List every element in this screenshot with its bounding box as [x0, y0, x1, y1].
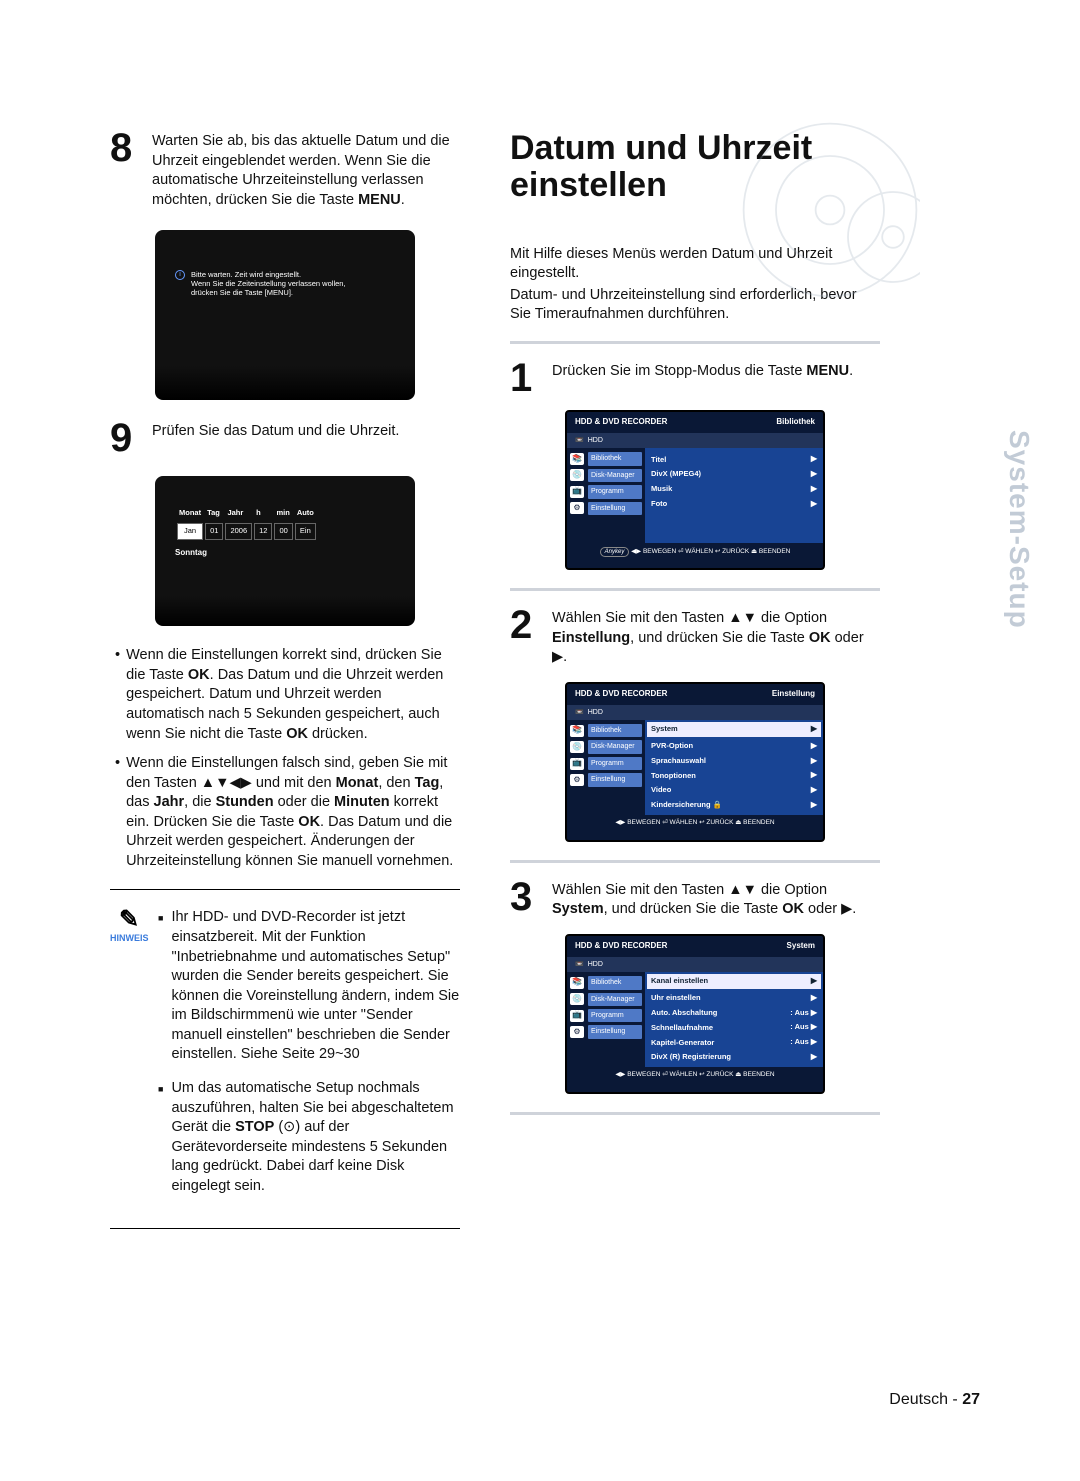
- separator: [510, 341, 880, 344]
- separator: [510, 588, 880, 591]
- note-2: Um das automatische Setup nochmals auszu…: [158, 1079, 460, 1196]
- step-9: 9 Prüfen Sie das Datum und die Uhrzeit.: [110, 420, 460, 456]
- bullets-step9: Wenn die Einstellungen korrekt sind, drü…: [110, 646, 460, 871]
- bullet-correct: Wenn die Einstellungen korrekt sind, drü…: [115, 646, 460, 744]
- divider: [110, 1228, 460, 1229]
- note-block: ✎ HINWEIS Ihr HDD- und DVD-Recorder ist …: [110, 908, 460, 1210]
- right-column: Datum und Uhrzeit einstellen Mit Hilfe d…: [510, 130, 880, 1247]
- separator: [510, 1112, 880, 1115]
- osd-menu-system: HDD & DVD RECORDERSystem 📼 HDD 📚Biblioth…: [565, 934, 825, 1094]
- left-column: 8 Warten Sie ab, bis das aktuelle Datum …: [110, 130, 460, 1247]
- note-icon: ✎ HINWEIS: [110, 908, 148, 1210]
- step-2: 2 Wählen Sie mit den Tasten ▲▼ die Optio…: [510, 607, 880, 668]
- step-1: 1 Drücken Sie im Stopp-Modus die Taste M…: [510, 360, 880, 396]
- separator: [510, 860, 880, 863]
- step-number-8: 8: [110, 130, 142, 210]
- osd-screenshot-wait: i Bitte warten. Zeit wird eingestellt. W…: [155, 230, 415, 400]
- step-8-text: Warten Sie ab, bis das aktuelle Datum un…: [152, 130, 460, 210]
- osd-menu-bibliothek: HDD & DVD RECORDERBibliothek 📼 HDD 📚Bibl…: [565, 410, 825, 570]
- intro-1: Mit Hilfe dieses Menüs werden Datum und …: [510, 245, 880, 284]
- bullet-incorrect: Wenn die Einstellungen falsch sind, gebe…: [115, 754, 460, 871]
- step-8: 8 Warten Sie ab, bis das aktuelle Datum …: [110, 130, 460, 210]
- step-3: 3 Wählen Sie mit den Tasten ▲▼ die Optio…: [510, 879, 880, 920]
- step-number-9: 9: [110, 420, 142, 456]
- info-icon: i: [175, 270, 185, 280]
- osd-screenshot-date: Monat Tag Jahr h min Auto Jan 01 2006 12…: [155, 476, 415, 626]
- section-title: Datum und Uhrzeit einstellen: [510, 130, 880, 205]
- step-9-text: Prüfen Sie das Datum und die Uhrzeit.: [152, 420, 460, 456]
- page-footer: Deutsch - 27: [889, 1389, 980, 1411]
- divider: [110, 889, 460, 890]
- osd-menu-einstellung: HDD & DVD RECORDEREinstellung 📼 HDD 📚Bib…: [565, 682, 825, 842]
- intro-2: Datum- und Uhrzeiteinstellung sind erfor…: [510, 286, 880, 325]
- osd-weekday: Sonntag: [175, 548, 395, 559]
- section-tab: System-Setup: [1000, 430, 1038, 629]
- note-1: Ihr HDD- und DVD-Recorder ist jetzt eins…: [158, 908, 460, 1065]
